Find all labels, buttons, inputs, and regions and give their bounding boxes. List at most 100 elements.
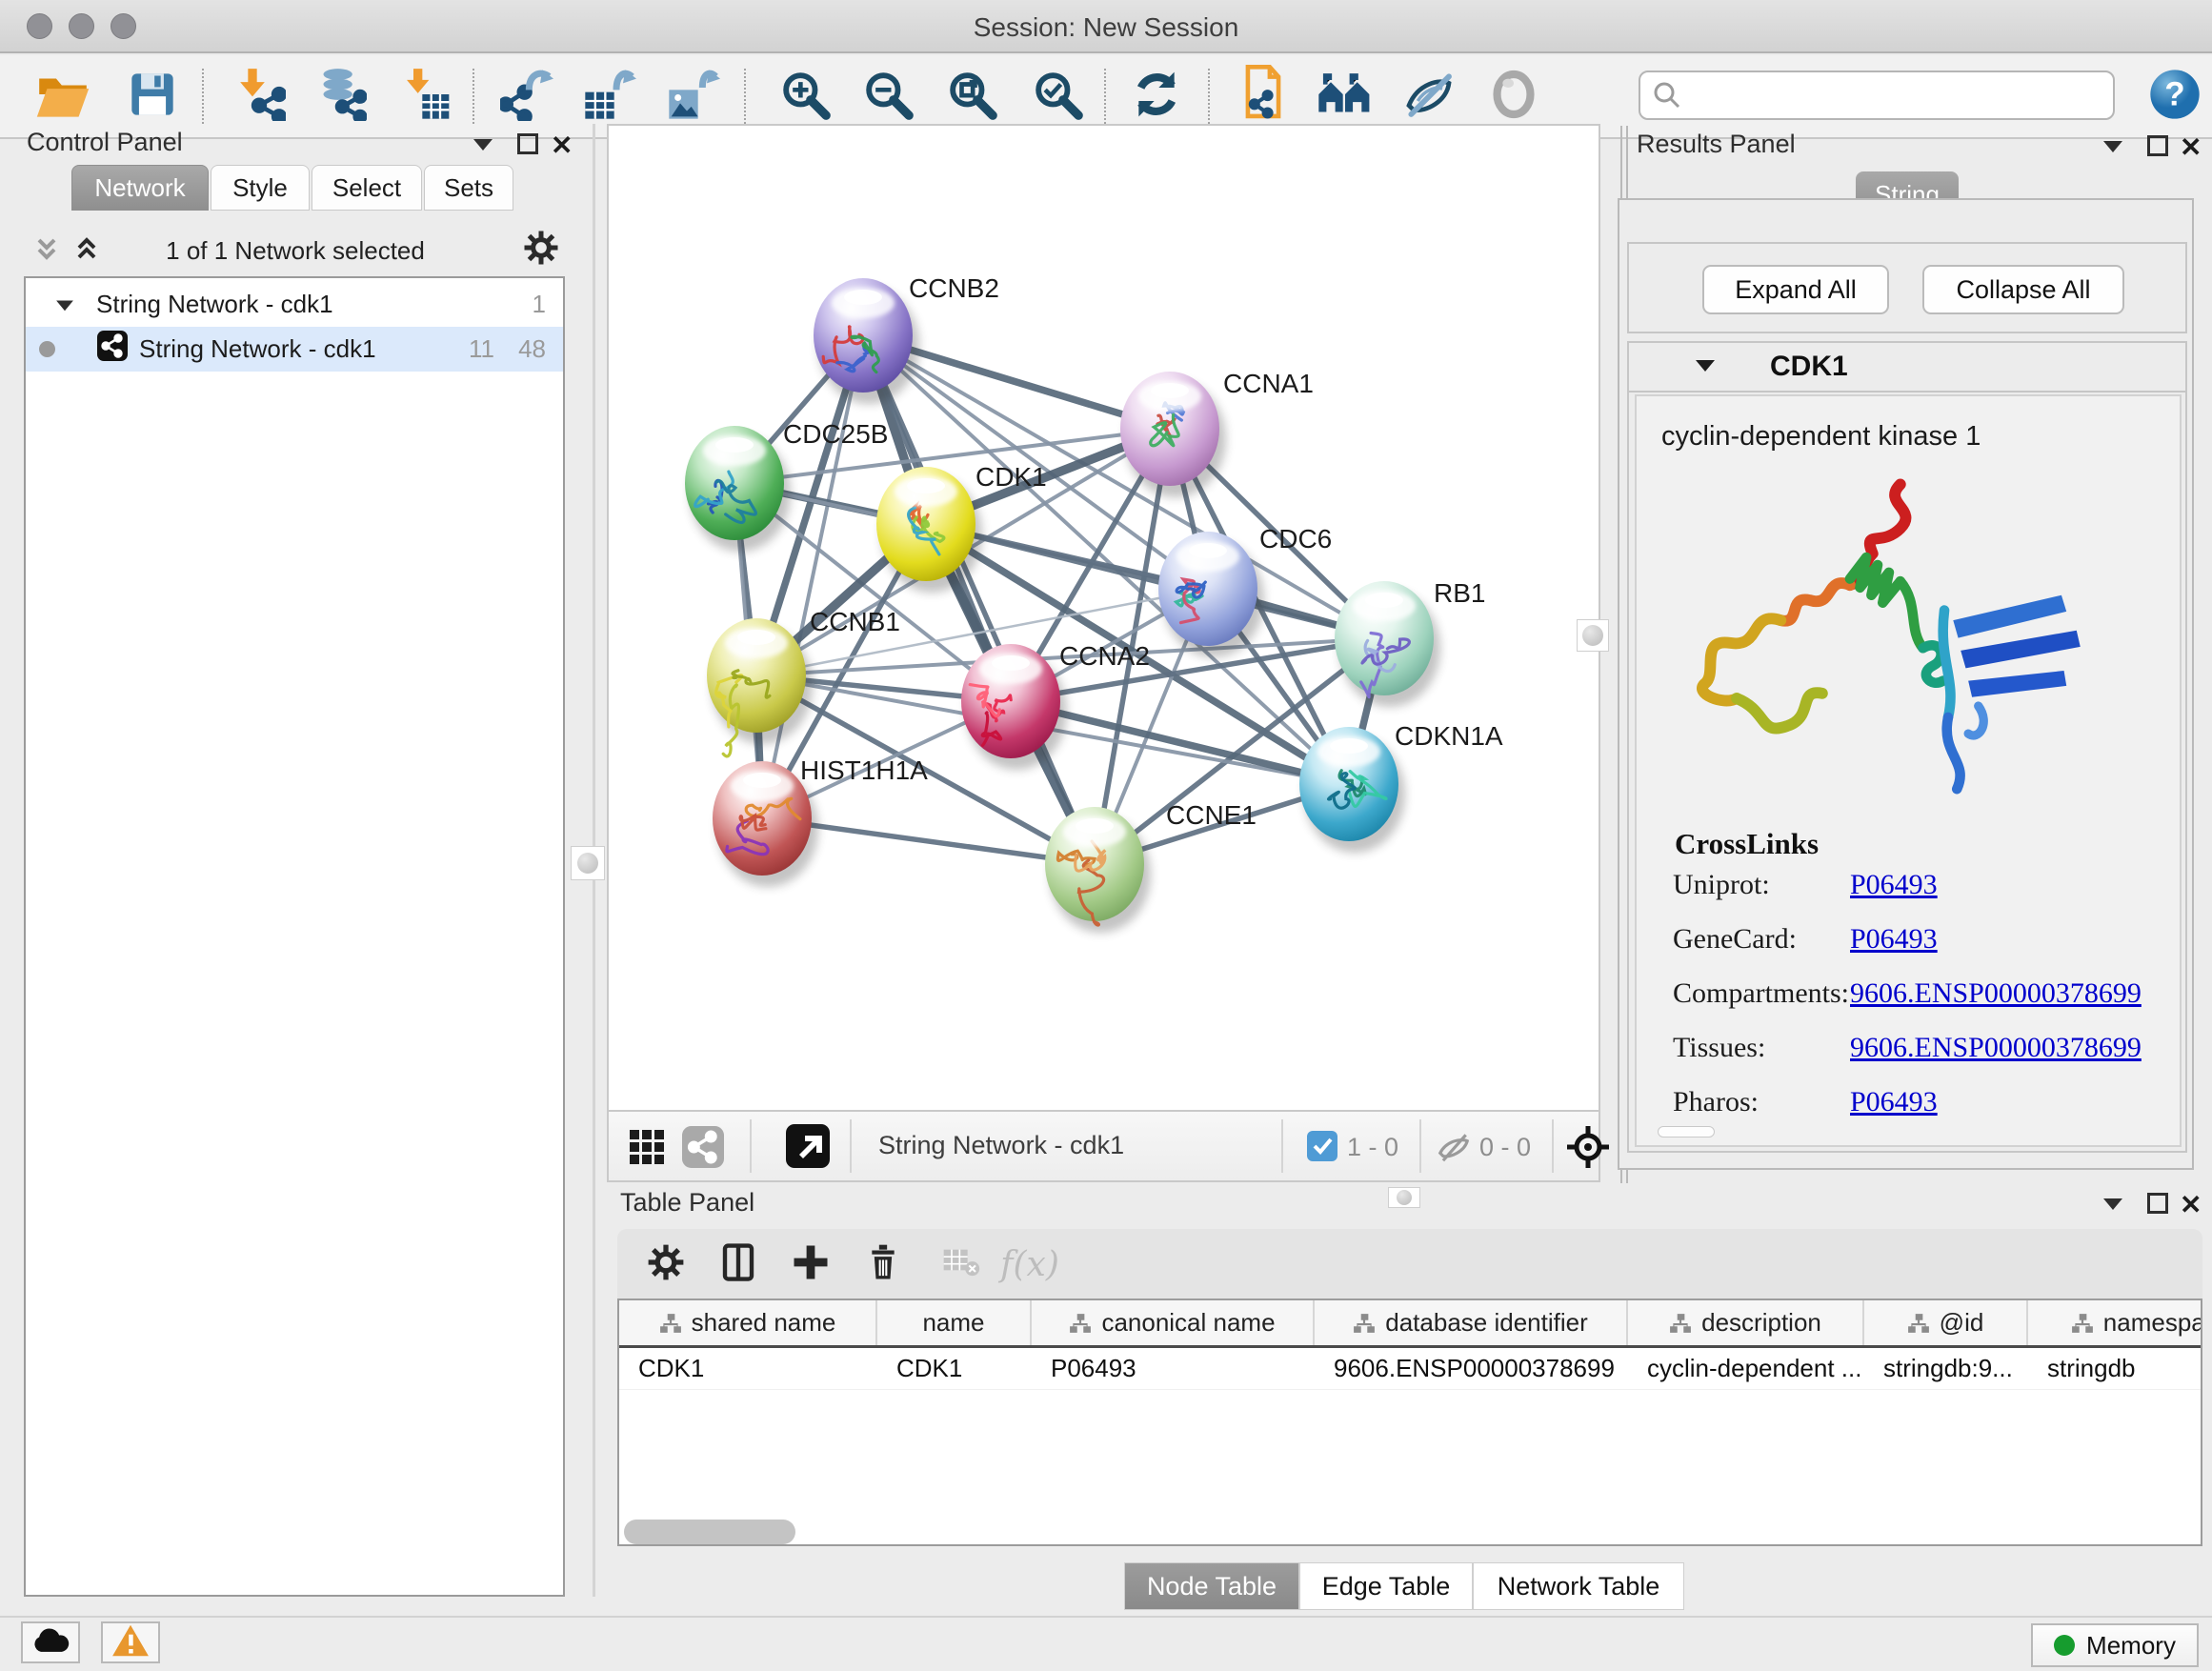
- table-cell[interactable]: CDK1: [877, 1348, 1032, 1389]
- cloud-status-button[interactable]: [21, 1621, 80, 1663]
- status-bar: Memory: [0, 1616, 2212, 1671]
- control-panel-collapse-icon[interactable]: [472, 135, 494, 157]
- column-header-name[interactable]: name: [877, 1300, 1032, 1345]
- network-row[interactable]: String Network - cdk1 11 48: [26, 327, 563, 372]
- import-network-file-button[interactable]: [228, 65, 291, 128]
- network-options-gear-icon[interactable]: [522, 229, 560, 272]
- crosslink-link[interactable]: P06493: [1850, 923, 1938, 956]
- crosslink-link[interactable]: 9606.ENSP00000378699: [1850, 1032, 2142, 1064]
- export-network-button[interactable]: [495, 65, 558, 128]
- zoom-selected-button[interactable]: [1026, 65, 1089, 128]
- collapse-all-networks-icon[interactable]: [72, 234, 101, 268]
- birds-eye-crosshair-icon[interactable]: [1566, 1125, 1610, 1174]
- gene-collapse-icon[interactable]: [1694, 356, 1717, 378]
- column-header-namespace[interactable]: namespace: [2028, 1300, 2202, 1345]
- node-CCNB2[interactable]: CCNB2: [814, 273, 999, 404]
- node-HIST1H1A[interactable]: HIST1H1A: [713, 755, 928, 887]
- table-cell[interactable]: stringdb:9...: [1864, 1348, 2028, 1389]
- tab-style[interactable]: Style: [211, 165, 310, 211]
- expand-all-button[interactable]: Expand All: [1702, 265, 1889, 314]
- node-RB1[interactable]: RB1: [1335, 578, 1485, 707]
- edge-CCNB2-HIST1H1A[interactable]: [762, 335, 863, 818]
- grid-view-icon[interactable]: [628, 1128, 666, 1171]
- delete-table-button[interactable]: [934, 1237, 989, 1292]
- gene-card-header[interactable]: CDK1: [1629, 343, 2185, 393]
- tab-node-table[interactable]: Node Table: [1124, 1562, 1299, 1610]
- delete-column-button[interactable]: [855, 1237, 911, 1292]
- warning-status-button[interactable]: [101, 1621, 160, 1663]
- table-hscrollbar[interactable]: [624, 1520, 2196, 1544]
- network-from-selection-button[interactable]: [1232, 65, 1295, 128]
- function-builder-button[interactable]: f(x): [1002, 1237, 1057, 1292]
- tab-edge-table[interactable]: Edge Table: [1299, 1562, 1473, 1610]
- memory-button[interactable]: Memory: [2031, 1623, 2199, 1667]
- export-image-button[interactable]: [662, 65, 725, 128]
- tree-expand-icon[interactable]: [54, 290, 75, 319]
- crosslink-link[interactable]: P06493: [1850, 1086, 1938, 1118]
- share-view-icon[interactable]: [682, 1126, 724, 1173]
- expand-all-networks-icon[interactable]: [32, 234, 61, 268]
- network-canvas[interactable]: CCNB2CCNA1CDC25BCDK1CDC6RB1CCNB1CCNA2CDK…: [607, 124, 1600, 1112]
- show-columns-button[interactable]: [711, 1237, 766, 1292]
- zoom-out-button[interactable]: [856, 65, 919, 128]
- results-scrollbar-thumb[interactable]: [1658, 1126, 1715, 1137]
- node-CDK1[interactable]: CDK1: [876, 462, 1047, 593]
- column-header-canonical-name[interactable]: canonical name: [1032, 1300, 1315, 1345]
- column-header-@id[interactable]: @id: [1864, 1300, 2028, 1345]
- table-panel-collapse-icon[interactable]: [2101, 1195, 2124, 1217]
- hide-selected-button[interactable]: [1398, 65, 1460, 128]
- bottom-splitter-handle[interactable]: [1388, 1187, 1420, 1208]
- save-session-button[interactable]: [121, 65, 184, 128]
- table-cell[interactable]: P06493: [1032, 1348, 1315, 1389]
- zoom-fit-button[interactable]: [940, 65, 1003, 128]
- table-row[interactable]: CDK1CDK1P064939606.ENSP00000378699cyclin…: [619, 1348, 2201, 1390]
- table-cell[interactable]: 9606.ENSP00000378699: [1315, 1348, 1628, 1389]
- results-panel-close-icon[interactable]: ✕: [2180, 131, 2202, 163]
- results-panel-float-icon[interactable]: [2147, 135, 2168, 156]
- import-table-button[interactable]: [395, 65, 458, 128]
- create-column-button[interactable]: [783, 1237, 838, 1292]
- show-all-button[interactable]: [1482, 65, 1545, 128]
- table-panel-float-icon[interactable]: [2147, 1193, 2168, 1214]
- network-collection-row[interactable]: String Network - cdk1 1: [26, 282, 563, 327]
- collapse-all-button[interactable]: Collapse All: [1922, 265, 2124, 314]
- help-button[interactable]: ?: [2143, 65, 2206, 128]
- selected-checkbox-icon[interactable]: [1307, 1131, 1337, 1166]
- open-in-new-window-icon[interactable]: [786, 1124, 830, 1173]
- open-session-button[interactable]: [31, 65, 94, 128]
- tab-network[interactable]: Network: [71, 165, 209, 211]
- import-network-database-button[interactable]: [309, 65, 372, 128]
- table-hscrollbar-thumb[interactable]: [624, 1520, 795, 1544]
- node-CDKN1A[interactable]: CDKN1A: [1299, 721, 1503, 853]
- network-graph[interactable]: CCNB2CCNA1CDC25BCDK1CDC6RB1CCNB1CCNA2CDK…: [609, 126, 1599, 1110]
- table-cell[interactable]: stringdb: [2028, 1348, 2202, 1389]
- gear-icon: [646, 1242, 686, 1287]
- control-panel-close-icon[interactable]: ✕: [551, 130, 573, 161]
- table-cell[interactable]: cyclin-dependent ...: [1628, 1348, 1864, 1389]
- column-header-shared-name[interactable]: shared name: [619, 1300, 877, 1345]
- left-splitter-handle[interactable]: [571, 846, 605, 880]
- table-settings-button[interactable]: [638, 1237, 694, 1292]
- node-CDC25B[interactable]: CDC25B: [685, 419, 888, 552]
- crosslink-link[interactable]: 9606.ENSP00000378699: [1850, 977, 2142, 1010]
- tab-select[interactable]: Select: [312, 165, 422, 211]
- export-table-button[interactable]: [578, 65, 641, 128]
- crosslink-row: Compartments:9606.ENSP00000378699: [1637, 977, 2183, 1032]
- hidden-eye-icon[interactable]: [1436, 1129, 1472, 1170]
- eye-icon: [1489, 68, 1538, 126]
- first-neighbors-button[interactable]: [1314, 65, 1377, 128]
- control-panel-float-icon[interactable]: [517, 133, 538, 154]
- table-panel-close-icon[interactable]: ✕: [2180, 1189, 2202, 1220]
- table-cell[interactable]: CDK1: [619, 1348, 877, 1389]
- tab-network-table[interactable]: Network Table: [1473, 1562, 1684, 1610]
- crosslink-link[interactable]: P06493: [1850, 869, 1938, 901]
- node-label-CDC6: CDC6: [1259, 524, 1332, 554]
- column-header-database-identifier[interactable]: database identifier: [1315, 1300, 1628, 1345]
- apply-layout-button[interactable]: [1125, 65, 1188, 128]
- results-panel-collapse-icon[interactable]: [2101, 137, 2124, 159]
- tab-sets[interactable]: Sets: [424, 165, 513, 211]
- search-input[interactable]: [1639, 70, 2115, 120]
- right-splitter-handle[interactable]: [1577, 619, 1609, 652]
- column-header-description[interactable]: description: [1628, 1300, 1864, 1345]
- zoom-in-button[interactable]: [774, 65, 836, 128]
